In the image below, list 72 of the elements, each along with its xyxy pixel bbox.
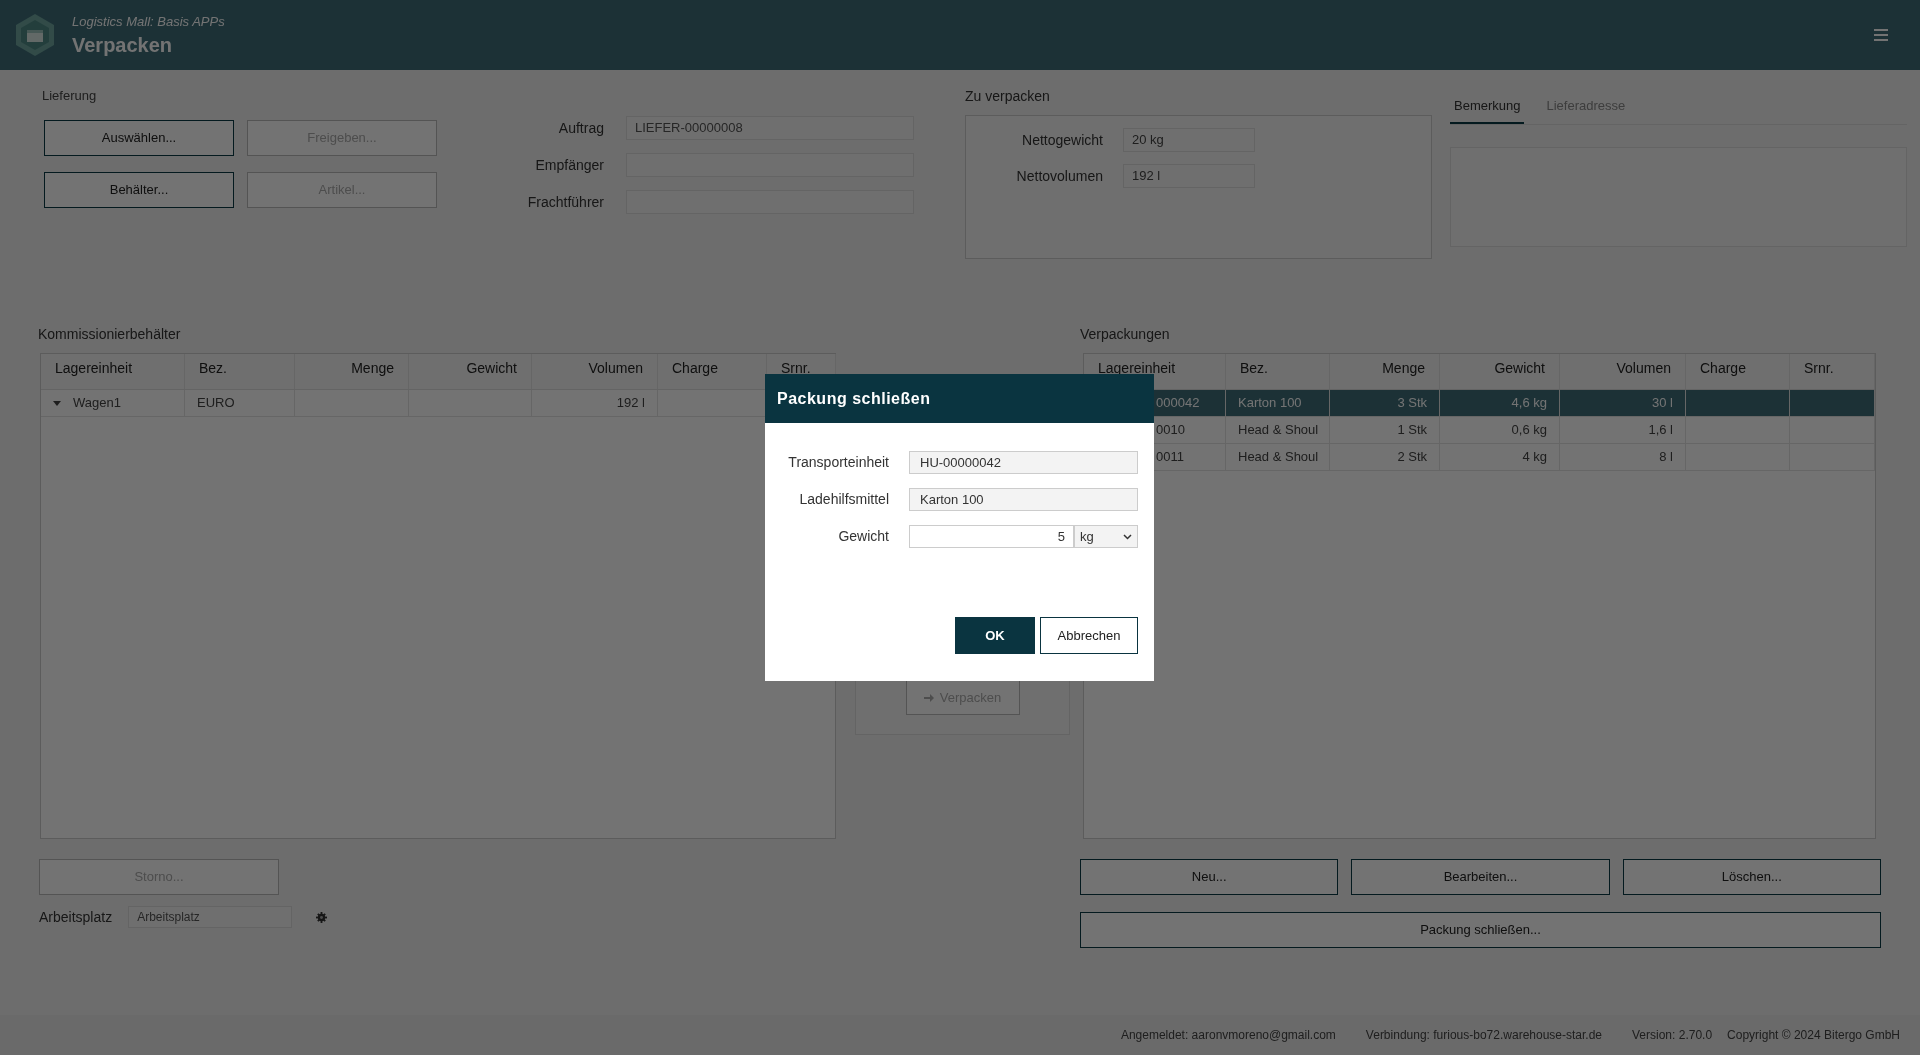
cell-text: 2 Stk xyxy=(1397,448,1427,467)
input-field[interactable]: 5 xyxy=(909,525,1074,548)
cell-text: 4 kg xyxy=(1522,448,1547,467)
status-text: Angemeldet: aaronvmoreno@gmail.com xyxy=(1120,1027,1336,1044)
cancel-button[interactable]: Abbrechen xyxy=(1040,617,1138,654)
settings-icon[interactable] xyxy=(316,911,328,923)
field-label: Gewicht xyxy=(837,527,889,546)
ok-button[interactable]: OK xyxy=(955,617,1035,654)
status-text: Verbindung: furious-bo72.warehouse-star.de xyxy=(1365,1027,1602,1044)
field-label: Arbeitsplatz xyxy=(39,907,113,927)
arrow-right-icon xyxy=(923,692,934,703)
column-header[interactable]: Menge xyxy=(1330,354,1440,389)
column-header[interactable]: Volumen xyxy=(532,354,658,389)
section-label: Verpackungen xyxy=(1080,325,1171,344)
column-header[interactable]: Volumen xyxy=(1560,354,1686,389)
cell-text: Head & Shoul xyxy=(1238,448,1319,467)
app-subtitle: Logistics Mall: Basis APPs xyxy=(72,13,225,32)
section-label: Lieferung xyxy=(42,87,98,105)
cell-text: Karton 100 xyxy=(1238,394,1302,413)
button[interactable]: Behälter... xyxy=(44,171,234,208)
button[interactable]: Löschen... xyxy=(1622,859,1881,895)
field-label: Transporteinheit xyxy=(787,453,889,472)
cell-text: EURO xyxy=(197,394,235,413)
cell-text: 0,6 kg xyxy=(1511,421,1547,440)
field-label: Frachtführer xyxy=(526,192,604,212)
button[interactable]: Auswählen... xyxy=(44,119,234,156)
section-label: Kommissionierbehälter xyxy=(38,325,182,344)
input-field: 20 kg xyxy=(1123,128,1255,152)
cell-text: 4,6 kg xyxy=(1511,394,1547,413)
cell-text: 000042 xyxy=(1156,394,1200,413)
input-field: Karton 100 xyxy=(909,488,1138,511)
cell-text: 0010 xyxy=(1156,421,1185,440)
column-header[interactable]: Srnr. xyxy=(1790,354,1875,389)
page-title: Verpacken xyxy=(72,32,174,58)
input-field: 192 l xyxy=(1123,164,1255,188)
cell-text: 3 Stk xyxy=(1397,394,1427,413)
logo-icon xyxy=(14,13,56,57)
input-field[interactable]: LIEFER-00000008 xyxy=(626,116,914,140)
input-field: HU-00000042 xyxy=(909,451,1138,474)
tab[interactable]: Bemerkung xyxy=(1450,90,1525,124)
column-header[interactable]: Gewicht xyxy=(1440,354,1560,389)
column-header[interactable]: Bez. xyxy=(185,354,295,389)
cell-text: 30 l xyxy=(1652,394,1673,413)
column-header[interactable]: Gewicht xyxy=(409,354,532,389)
section-label: Zu verpacken xyxy=(965,87,1051,106)
cell-text: Wagen1 xyxy=(73,394,121,413)
unit-dropdown[interactable]: kg xyxy=(1074,525,1138,548)
column-header[interactable]: Lagereinheit xyxy=(41,354,185,389)
field-label: Nettovolumen xyxy=(1015,166,1103,186)
cell-text: 192 l xyxy=(616,394,645,413)
button[interactable]: Neu... xyxy=(1080,859,1339,895)
cell-text: 0011 xyxy=(1156,448,1184,467)
dialog-title: Packung schließen xyxy=(765,374,1154,423)
status-text: Copyright © 2024 Bitergo GmbH xyxy=(1727,1027,1900,1044)
input-field[interactable]: Arbeitsplatz xyxy=(128,906,293,928)
field-label: Auftrag xyxy=(557,118,604,138)
column-header[interactable]: Charge xyxy=(1686,354,1790,389)
menu-icon[interactable] xyxy=(1874,29,1888,41)
field-label: Nettogewicht xyxy=(1021,130,1103,150)
cell-text: 1 Stk xyxy=(1397,421,1427,440)
field-label: Empfänger xyxy=(534,155,604,175)
status-text: Version: 2.70.0 xyxy=(1632,1027,1713,1044)
chevron-down-icon xyxy=(1123,533,1132,540)
cell-text: 1,6 l xyxy=(1648,421,1673,440)
button[interactable]: Bearbeiten... xyxy=(1351,859,1610,895)
button[interactable]: Packung schließen... xyxy=(1080,912,1881,948)
column-header[interactable]: Menge xyxy=(295,354,409,389)
caret-down-icon[interactable] xyxy=(53,400,61,406)
column-header[interactable]: Bez. xyxy=(1226,354,1330,389)
cell-text: 8 l xyxy=(1659,448,1673,467)
field-label: Ladehilfsmittel xyxy=(798,490,889,509)
cell-text: Head & Shoul xyxy=(1238,421,1319,440)
